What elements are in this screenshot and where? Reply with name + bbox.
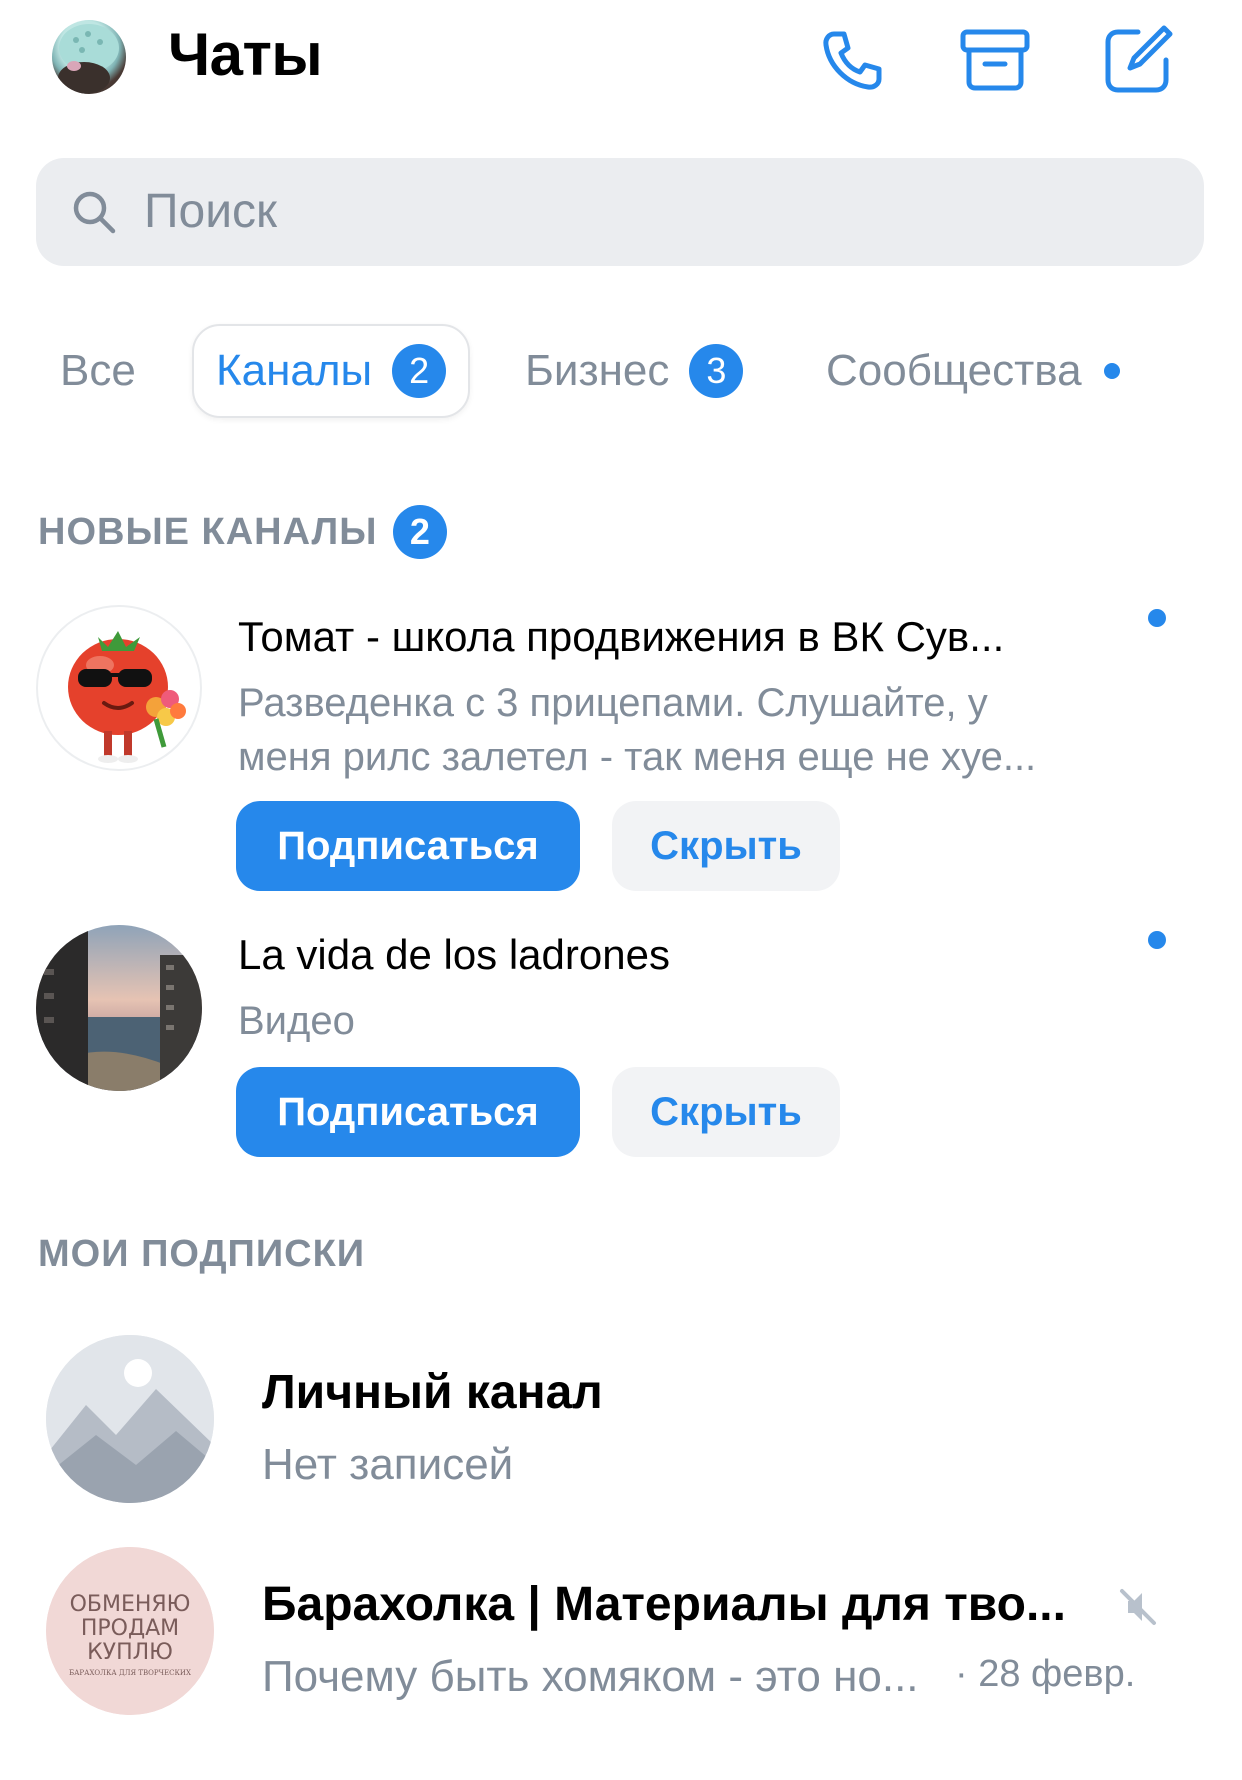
page-title: Чаты [168,21,323,88]
tab-channels[interactable]: Каналы 2 [192,324,471,418]
avatar-logo-text: ОБМЕНЯЮ [70,1592,191,1617]
channel-avatar-placeholder [46,1335,214,1503]
filter-tabs: Все Каналы 2 Бизнес 3 Сообщества [0,322,1242,422]
profile-avatar[interactable] [52,20,126,94]
unread-indicator [1148,931,1166,949]
tab-label: Каналы [216,346,373,395]
compose-button[interactable] [1098,20,1178,100]
subscribe-button[interactable]: Подписаться [236,801,580,891]
message-preview-line: Разведенка с 3 прицепами. Слушайте, у [238,681,988,725]
tab-communities[interactable]: Сообщества [826,324,1120,418]
section-new-channels: НОВЫЕ КАНАЛЫ 2 [38,505,448,559]
unread-indicator [1148,609,1166,627]
channel-name: Барахолка | Материалы для тво... [262,1578,1066,1631]
message-preview: Почему быть хомяком - это но... [262,1652,919,1701]
channel-avatar [36,925,202,1091]
message-preview-line: меня рилс залетел - так меня еще не хуе.… [238,735,1037,779]
phone-icon [823,31,882,90]
muted-icon [1120,1589,1156,1625]
tab-label: Сообщества [826,346,1082,395]
channel-avatar [36,605,202,771]
list-item[interactable]: La vida de los ladrones Видео Подписатьс… [0,925,1242,1165]
svg-text:БАРАХОЛКА ДЛЯ ТВОРЧЕСКИХ: БАРАХОЛКА ДЛЯ ТВОРЧЕСКИХ [69,1669,191,1677]
tab-all[interactable]: Все [60,324,136,418]
tab-business[interactable]: Бизнес 3 [525,324,744,418]
tab-label: Все [60,346,136,395]
call-button[interactable] [812,20,892,100]
message-date: · 28 февр. [955,1653,1136,1695]
svg-text:ПРОДАМ: ПРОДАМ [81,1616,179,1641]
section-my-subscriptions: МОИ ПОДПИСКИ [38,1233,365,1276]
header: Чаты [0,0,1242,120]
tab-dot [1103,363,1120,379]
landscape-icon [46,1335,214,1503]
section-title: НОВЫЕ КАНАЛЫ [38,510,378,553]
list-item[interactable]: Томат - школа продвижения в ВК Сув... Ра… [0,605,1242,905]
compose-icon [1105,25,1173,93]
hide-button[interactable]: Скрыть [612,801,840,891]
section-badge: 2 [393,505,448,559]
channel-subtitle: Нет записей [262,1440,514,1489]
message-preview-line: Видео [238,999,355,1043]
tab-badge: 3 [689,344,744,398]
subscribe-button[interactable]: Подписаться [236,1067,580,1157]
channel-name: Личный канал [262,1366,603,1419]
search-icon [73,191,116,234]
archive-icon [960,29,1030,91]
tab-label: Бизнес [525,346,670,395]
search-placeholder: Поиск [144,185,278,238]
list-item[interactable]: ОБМЕНЯЮ ПРОДАМ КУПЛЮ БАРАХОЛКА ДЛЯ ТВОРЧ… [0,1547,1242,1717]
list-item[interactable]: Личный канал Нет записей [0,1335,1242,1505]
channel-avatar: ОБМЕНЯЮ ПРОДАМ КУПЛЮ БАРАХОЛКА ДЛЯ ТВОРЧ… [46,1547,214,1715]
channel-name: Томат - школа продвижения в ВК Сув... [238,613,1005,660]
search-input[interactable]: Поиск [36,158,1204,266]
channel-name: La vida de los ladrones [238,931,670,978]
archive-button[interactable] [955,20,1035,100]
section-title: МОИ ПОДПИСКИ [38,1233,366,1275]
hide-button[interactable]: Скрыть [612,1067,840,1157]
tab-badge: 2 [392,344,447,398]
svg-text:КУПЛЮ: КУПЛЮ [87,1640,173,1665]
